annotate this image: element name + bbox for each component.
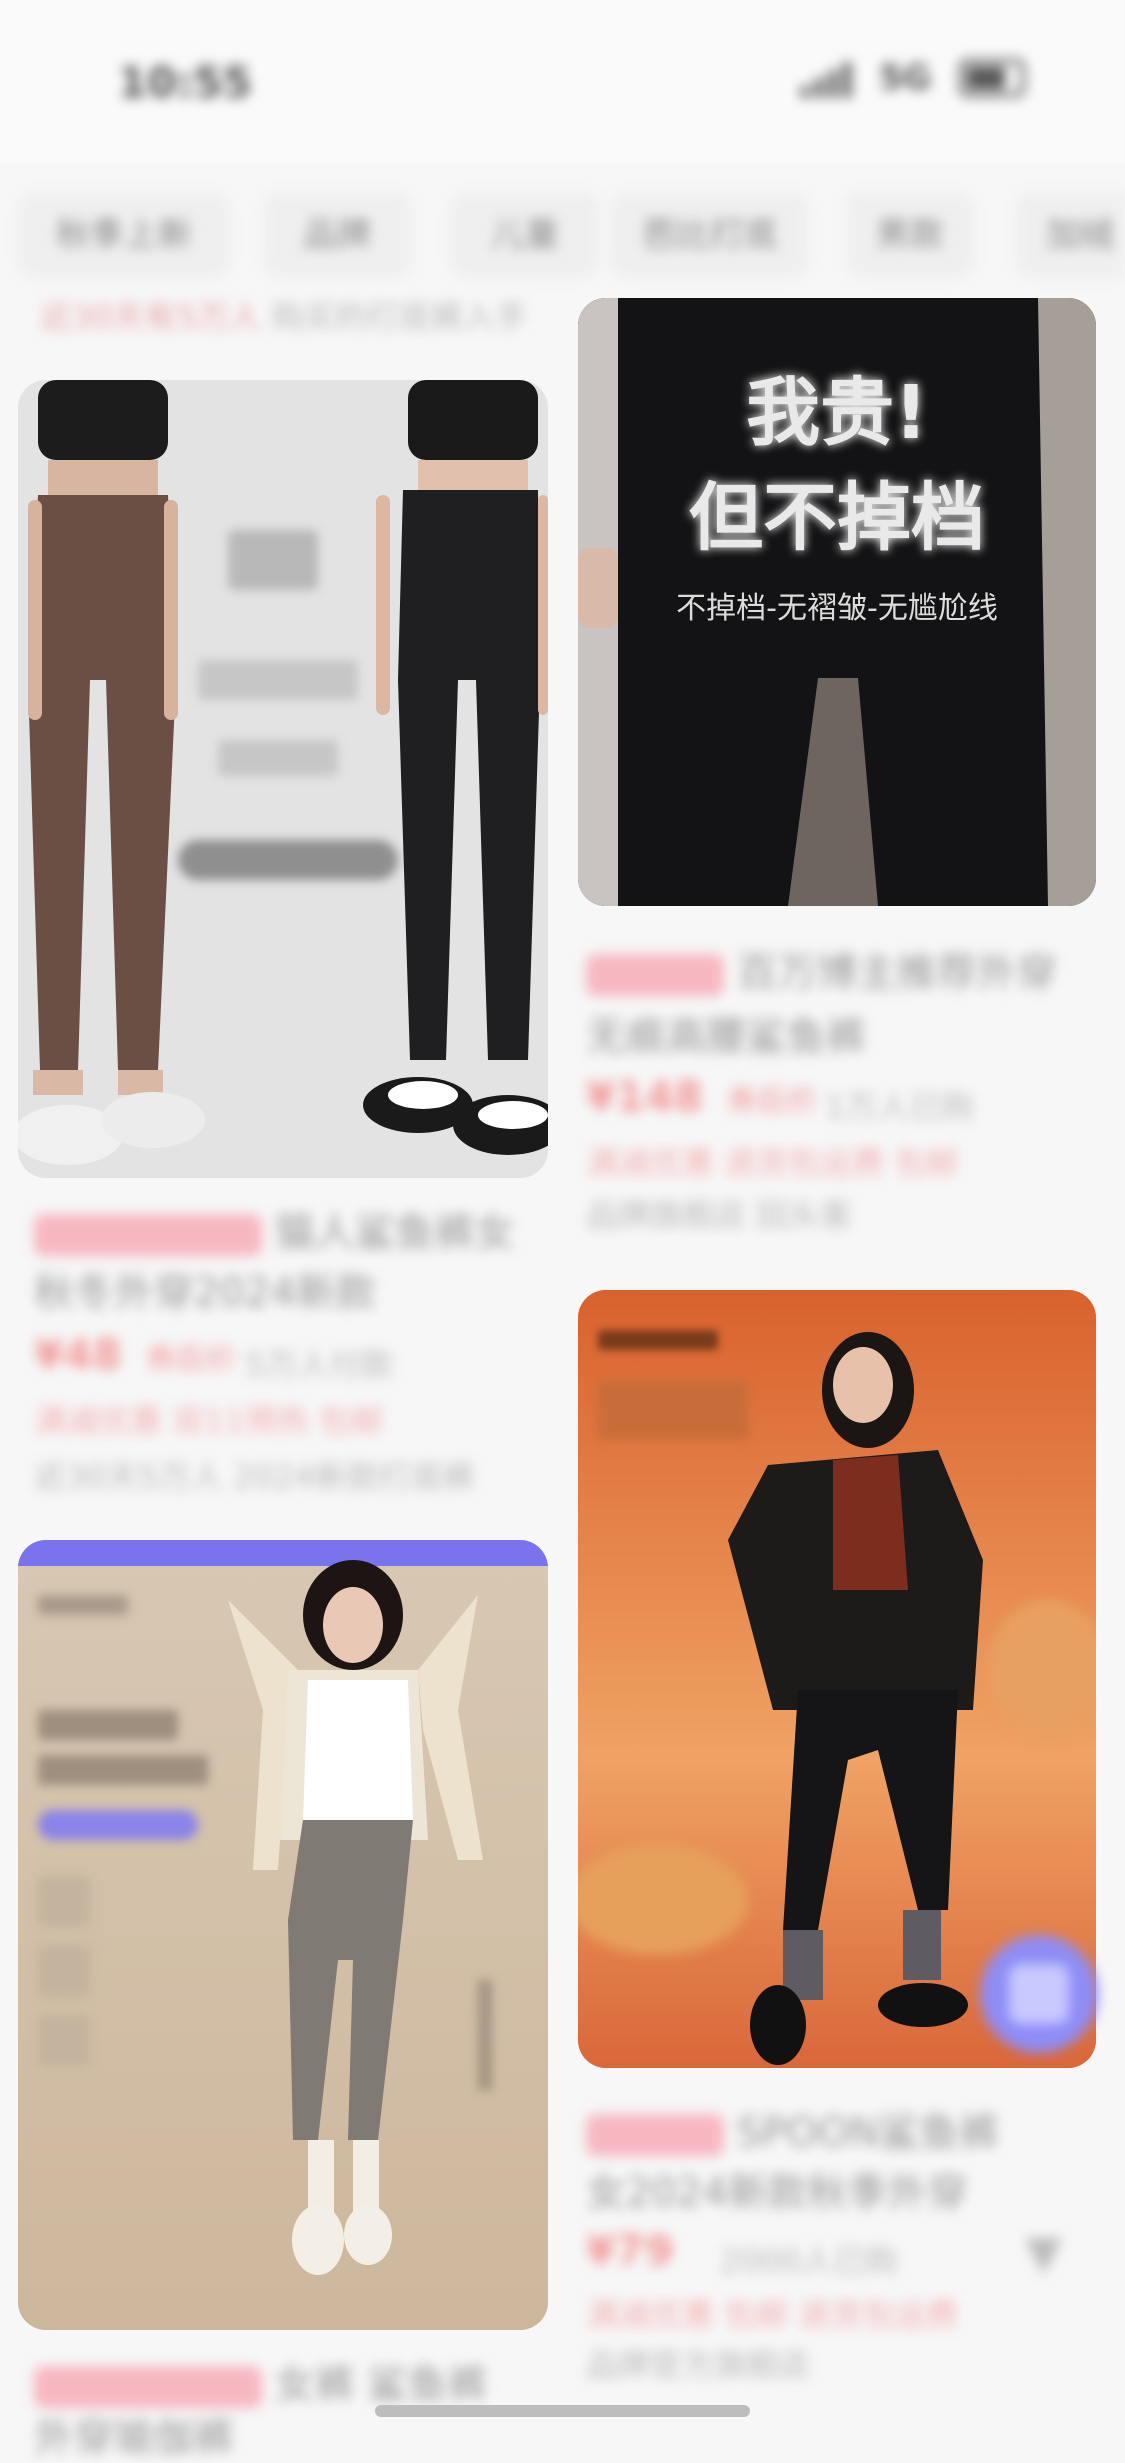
shop-info: 品牌官方旗舰店: [586, 2346, 811, 2384]
tab-category[interactable]: 芭比打底: [610, 192, 810, 278]
recommend-highlight: 近30天有5万人: [40, 298, 262, 336]
promo-tags: 满减优惠 退货包运费 包邮: [586, 1144, 959, 1182]
scroll-down-icon[interactable]: ▼: [1025, 2225, 1062, 2281]
product-price: ¥148 券后价: [586, 1072, 818, 1121]
model-beige-illustration: [18, 1540, 548, 2330]
price-value: ¥148: [586, 1072, 703, 1121]
price-note: 券后价: [727, 1084, 818, 1119]
tab-category[interactable]: 男款: [845, 192, 975, 278]
network-label: 5G: [879, 58, 931, 98]
status-icons: 5G: [801, 58, 1025, 98]
overlay-title-line2: 但不掉档: [689, 475, 985, 561]
price-note: 券后价: [146, 1342, 237, 1377]
promo-tags: 满减优惠 双11预热 包邮: [34, 1402, 384, 1440]
promo-badge: 热卖推荐: [586, 2114, 724, 2156]
product-title-line2: 女2024新款秋季外穿: [586, 2170, 968, 2216]
status-time: 10:55: [118, 58, 252, 107]
tab-category[interactable]: 品牌: [262, 192, 412, 278]
product-title[interactable]: 超值好价 跨店满减 猫人鲨鱼裤女: [34, 1200, 515, 1258]
leggings-illustration: [18, 380, 548, 1178]
tab-category[interactable]: 秋季上新: [18, 192, 230, 278]
sold-count: 2000人已购: [720, 2242, 898, 2280]
product-image-leggings[interactable]: [18, 380, 548, 1178]
product-title-line2: 无痕高腰鲨鱼裤: [586, 1014, 866, 1060]
overlay-subtitle: 不掉档-无褶皱-无尴尬线: [676, 591, 998, 626]
product-title[interactable]: 超值好价 秋冬 女裤 鲨鱼裤: [34, 2352, 487, 2410]
battery-icon: [959, 59, 1025, 97]
product-title[interactable]: 热卖推荐 SPOON鲨鱼裤: [586, 2100, 999, 2158]
floating-action-button[interactable]: [980, 1935, 1098, 2053]
signal-icon: [801, 58, 852, 98]
product-title-line2: 秋冬外穿2024新款: [34, 1270, 376, 1316]
product-title[interactable]: 品牌补贴 百万博主推荐外穿: [586, 940, 1057, 998]
product-title-line1: 猫人鲨鱼裤女: [274, 1210, 515, 1256]
promo-tags: 满减优惠 包邮 退货包运费: [586, 2296, 959, 2334]
product-price: ¥48 券后价: [34, 1330, 236, 1379]
product-title-line1: 百万博主推荐外穿: [736, 950, 1057, 996]
promo-badge: 超值好价 跨店满减: [34, 1214, 262, 1256]
product-price: ¥79: [586, 2226, 674, 2275]
product-title-line1: SPOON鲨鱼裤: [736, 2110, 1000, 2156]
status-bar: 10:55 5G: [0, 0, 1125, 165]
tab-category[interactable]: 儿童: [450, 192, 600, 278]
home-indicator[interactable]: [375, 2405, 750, 2417]
recommend-rest: 购买的打底裤入手: [271, 298, 528, 336]
price-value: ¥48: [34, 1330, 122, 1379]
overlay-title-line1: 我贵!: [746, 370, 928, 456]
sold-count: 5万人付款: [245, 1346, 394, 1384]
promo-badge: 品牌补贴: [586, 954, 724, 996]
recommend-note: 近30天有5万人 购买的打底裤入手: [40, 292, 527, 338]
sold-count: 1万人已购: [825, 1088, 974, 1126]
product-image-model-beige[interactable]: [18, 1540, 548, 2330]
shop-info: 近30天5万人 2024新款打底裤: [34, 1458, 475, 1496]
category-tabs: 秋季上新 品牌 儿童 芭比打底 男款 加绒: [0, 192, 1125, 282]
product-image-leggings-closeup[interactable]: 我贵! 但不掉档 不掉档-无褶皱-无尴尬线: [578, 298, 1096, 906]
product-title-line2: 外穿瑜伽裤: [34, 2415, 234, 2461]
chat-icon: [1009, 1964, 1069, 2024]
shop-info: 品牌旗舰店 回头客: [586, 1196, 853, 1234]
promo-badge: 超值好价 秋冬: [34, 2366, 262, 2408]
tab-category[interactable]: 加绒: [1015, 192, 1125, 278]
product-title-line1: 女裤 鲨鱼裤: [274, 2362, 488, 2408]
